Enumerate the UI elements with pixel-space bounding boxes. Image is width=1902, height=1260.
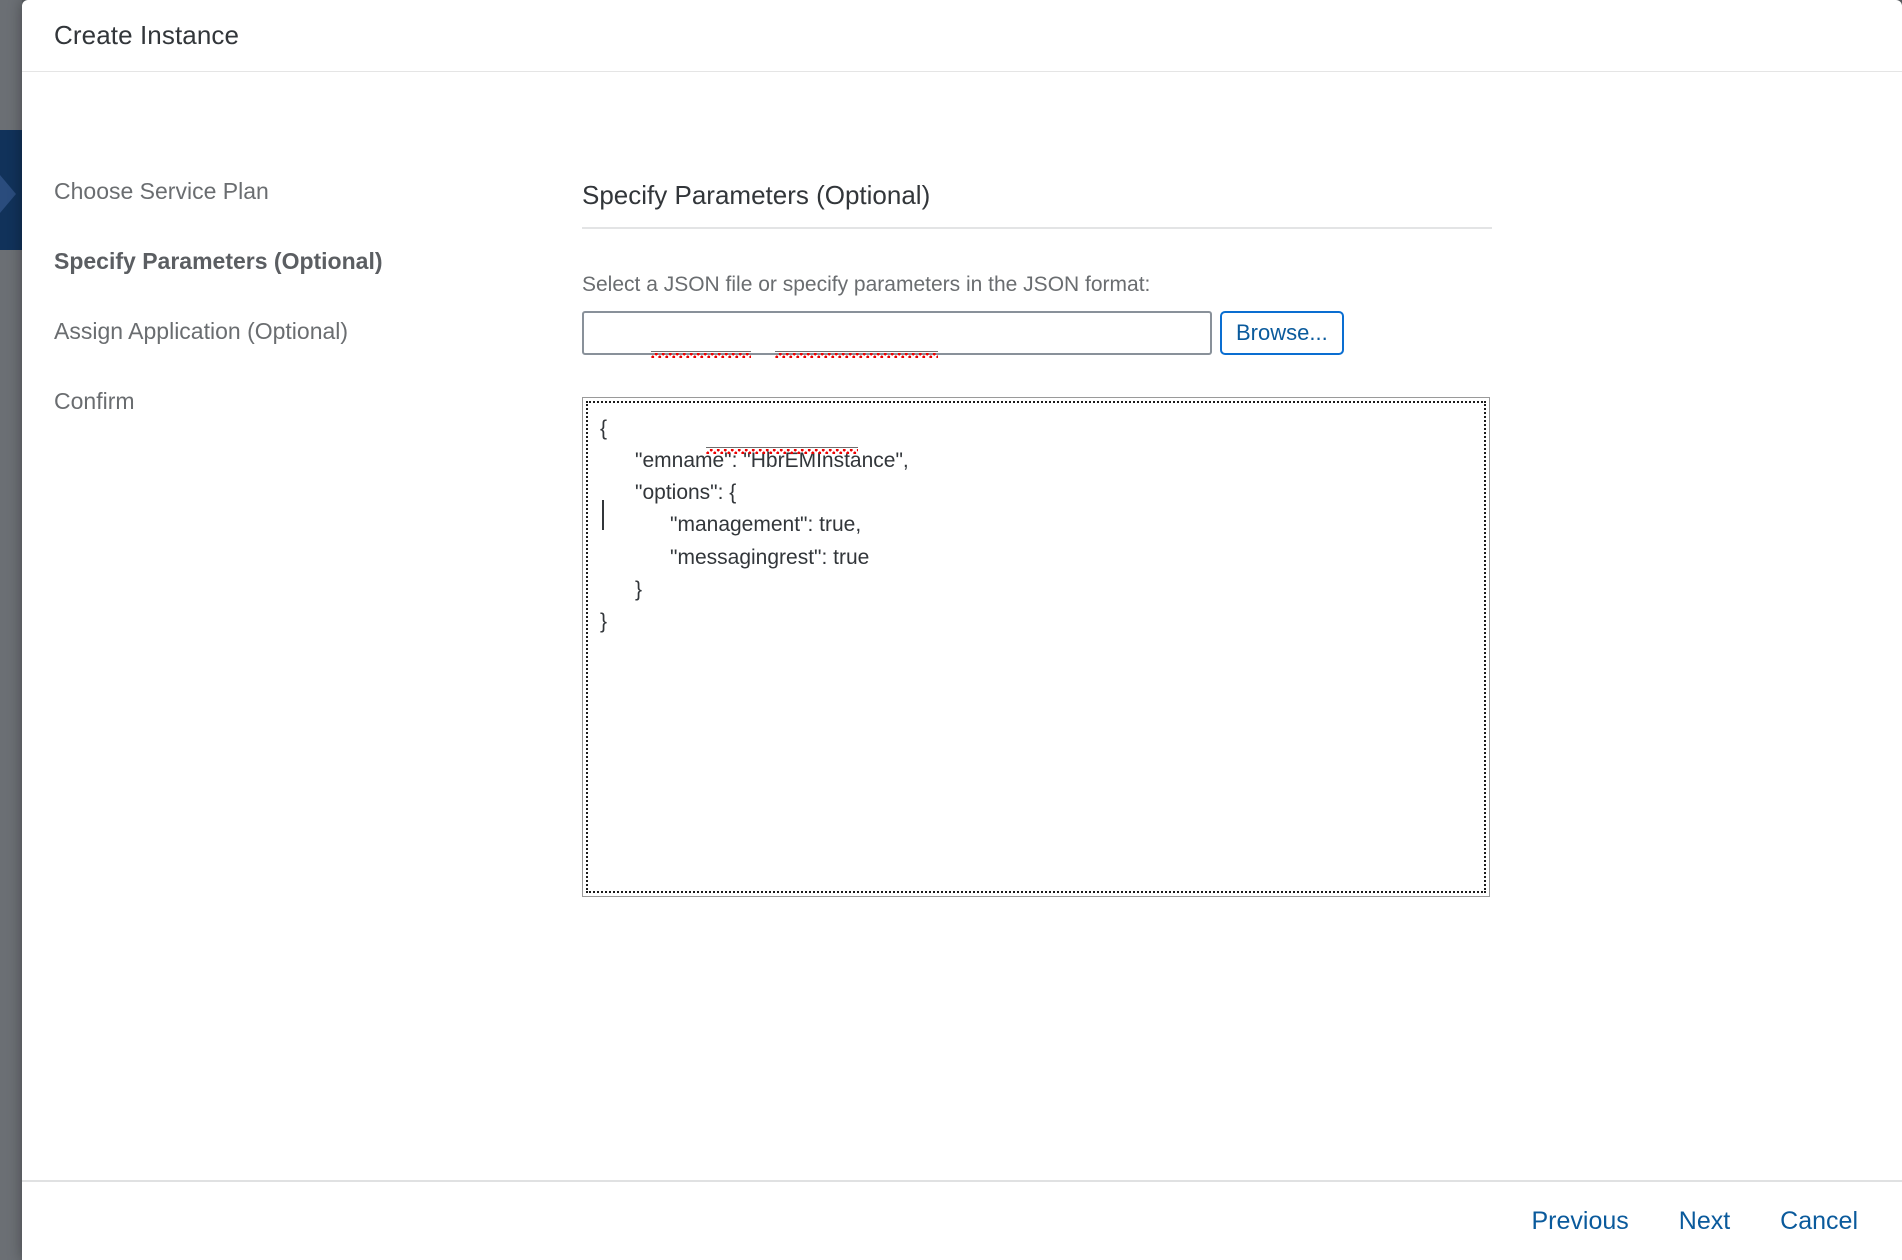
- wizard-step-choose-service-plan[interactable]: Choose Service Plan: [54, 180, 582, 203]
- wizard-step-list: Choose Service Plan Specify Parameters (…: [22, 72, 582, 460]
- file-select-label: Select a JSON file or specify parameters…: [582, 273, 1151, 296]
- cancel-button[interactable]: Cancel: [1778, 1203, 1860, 1240]
- previous-button[interactable]: Previous: [1530, 1203, 1631, 1240]
- json-parameters-textarea[interactable]: [586, 401, 1486, 893]
- wizard-step-assign-application[interactable]: Assign Application (Optional): [54, 320, 582, 343]
- create-instance-dialog: Create Instance Choose Service Plan Spec…: [22, 0, 1902, 1260]
- browse-button[interactable]: Browse...: [1220, 311, 1344, 355]
- json-file-path-input[interactable]: [582, 311, 1212, 355]
- json-parameters-editor-frame: [582, 397, 1490, 897]
- step-content-panel: Specify Parameters (Optional) Select a J…: [582, 72, 1902, 897]
- section-heading: Specify Parameters (Optional): [582, 180, 1492, 229]
- wizard-step-confirm[interactable]: Confirm: [54, 390, 582, 413]
- wizard-step-specify-parameters[interactable]: Specify Parameters (Optional): [54, 250, 582, 273]
- dialog-body: Choose Service Plan Specify Parameters (…: [22, 72, 1902, 1180]
- dialog-header: Create Instance: [22, 0, 1902, 72]
- dialog-title: Create Instance: [54, 20, 240, 50]
- next-button[interactable]: Next: [1677, 1203, 1732, 1240]
- dialog-footer: Previous Next Cancel: [22, 1180, 1902, 1260]
- file-select-row: Browse...: [582, 311, 1902, 355]
